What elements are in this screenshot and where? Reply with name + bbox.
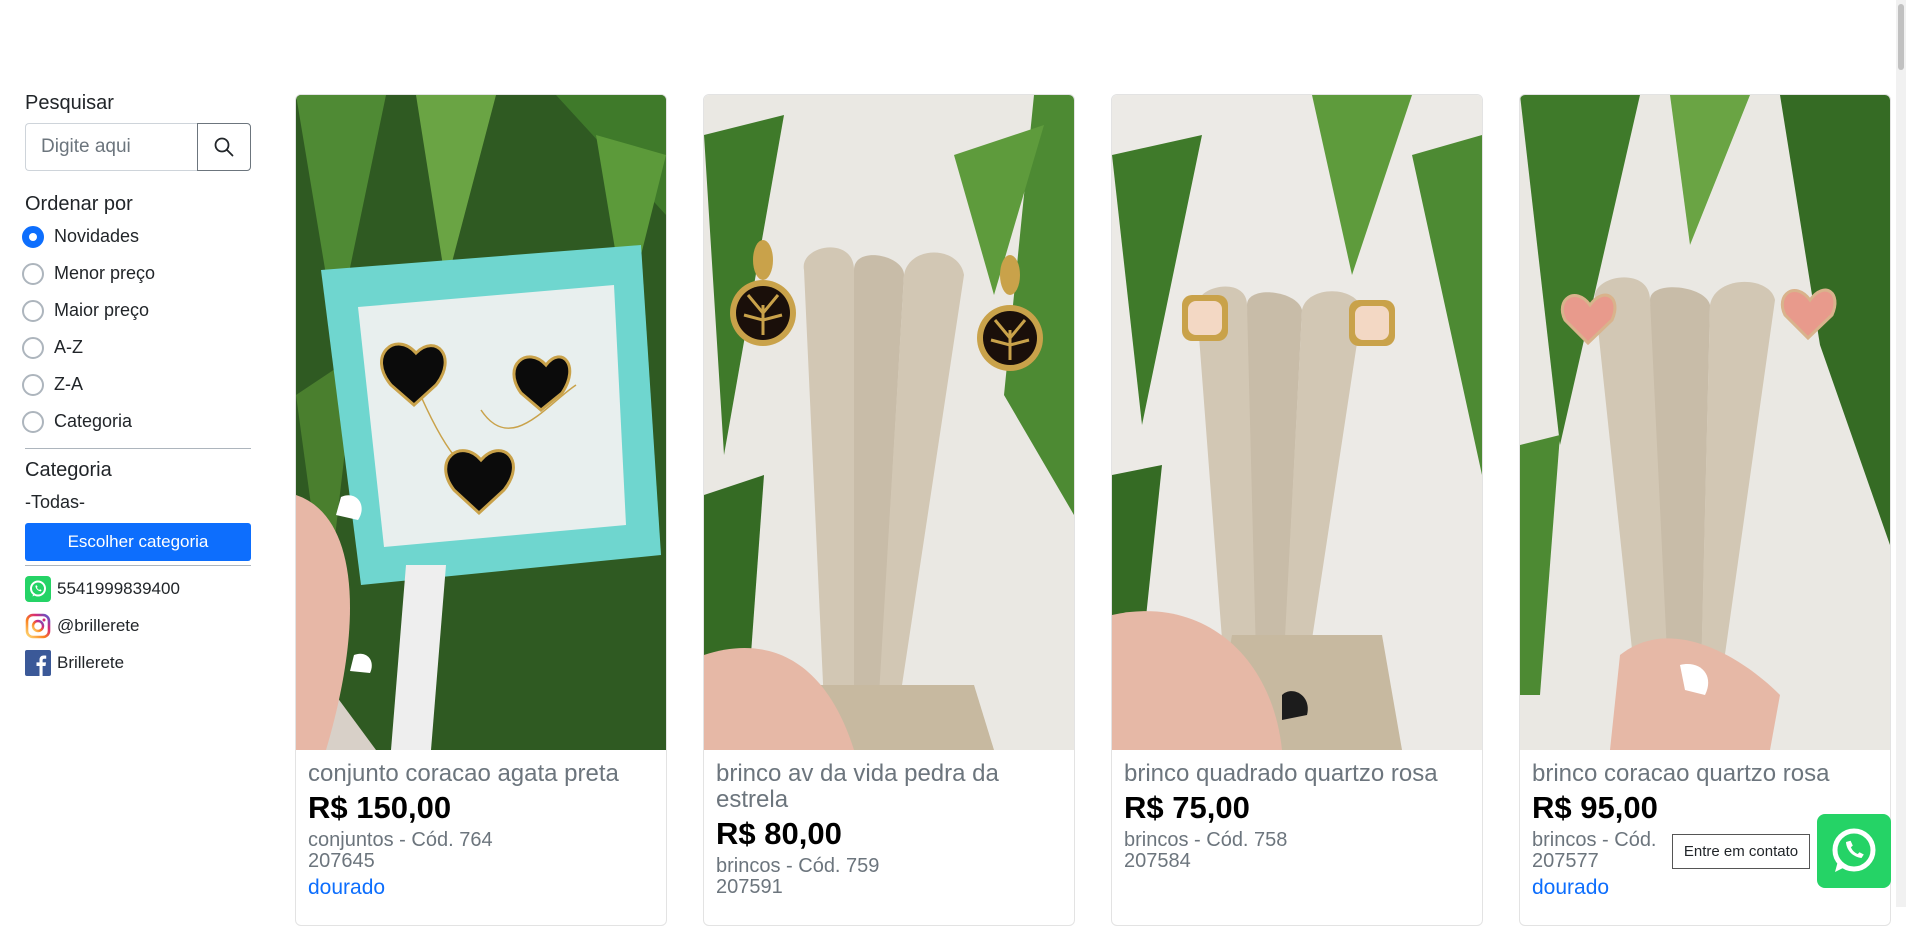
divider <box>25 448 251 449</box>
sort-option-z-a[interactable]: Z-A <box>22 366 251 403</box>
instagram-handle: @brillerete <box>57 615 140 635</box>
sort-option-label: Novidades <box>54 226 140 246</box>
sort-option-categoria[interactable]: Categoria <box>22 403 251 440</box>
product-title[interactable]: brinco coracao quartzo rosa <box>1532 761 1878 787</box>
sort-option-label: Menor preço <box>54 263 156 283</box>
search-group <box>25 123 251 171</box>
sort-option-label: Z-A <box>54 374 83 394</box>
product-price: R$ 150,00 <box>308 790 452 825</box>
radio-button[interactable] <box>22 299 44 322</box>
radio-button[interactable] <box>22 373 44 396</box>
vertical-scrollbar[interactable] <box>1896 0 1906 907</box>
sort-option-maior-preco[interactable]: Maior preço <box>22 292 251 329</box>
radio-button[interactable] <box>22 262 44 285</box>
search-icon <box>214 137 234 157</box>
facebook-name: Brillerete <box>57 652 125 672</box>
sort-option-novidades[interactable]: Novidades <box>22 218 251 255</box>
sort-options: Novidades Menor preço Maior preço A-Z Z-… <box>22 218 251 440</box>
contact-instagram[interactable]: @brillerete <box>25 607 251 644</box>
divider <box>25 565 251 566</box>
contact-whatsapp[interactable]: 5541999839400 <box>25 570 251 607</box>
sort-option-label: A-Z <box>54 337 83 357</box>
category-label: Categoria <box>25 459 112 481</box>
product-card[interactable]: conjunto coracao agata preta R$ 150,00 c… <box>295 94 667 926</box>
sort-label: Ordenar por <box>25 193 133 215</box>
product-id: 207584 <box>1124 850 1191 872</box>
product-category-code: brincos - Cód. 758 <box>1124 829 1288 851</box>
sort-option-menor-preco[interactable]: Menor preço <box>22 255 251 292</box>
product-title[interactable]: conjunto coracao agata preta <box>308 761 654 787</box>
whatsapp-number: 5541999839400 <box>57 578 180 598</box>
sidebar: Pesquisar Ordenar por Novidades Menor pr… <box>22 92 251 681</box>
product-title[interactable]: brinco av da vida pedra da estrela <box>716 761 1062 813</box>
product-variant-link[interactable]: dourado <box>308 876 654 900</box>
product-card[interactable]: brinco quadrado quartzo rosa R$ 75,00 br… <box>1111 94 1483 926</box>
scrollbar-thumb[interactable] <box>1898 4 1904 70</box>
radio-button[interactable] <box>22 336 44 359</box>
product-title[interactable]: brinco quadrado quartzo rosa <box>1124 761 1470 787</box>
product-image[interactable] <box>1520 95 1890 750</box>
facebook-icon <box>25 649 51 676</box>
radio-button[interactable] <box>22 410 44 433</box>
product-image[interactable] <box>1112 95 1482 750</box>
product-card[interactable]: brinco coracao quartzo rosa R$ 95,00 bri… <box>1519 94 1891 926</box>
contact-tooltip: Entre em contato <box>1672 834 1810 869</box>
contact-facebook[interactable]: Brillerete <box>25 644 251 681</box>
product-image[interactable] <box>296 95 666 750</box>
product-image[interactable] <box>704 95 1074 750</box>
product-card[interactable]: brinco av da vida pedra da estrela R$ 80… <box>703 94 1075 926</box>
instagram-icon <box>25 613 51 638</box>
whatsapp-icon <box>25 575 51 602</box>
product-category-code: conjuntos - Cód. 764 <box>308 829 493 851</box>
radio-button[interactable] <box>22 225 44 248</box>
search-button[interactable] <box>197 123 251 171</box>
sort-option-a-z[interactable]: A-Z <box>22 329 251 366</box>
product-id: 207645 <box>308 850 375 872</box>
product-id: 207591 <box>716 876 783 898</box>
search-input[interactable] <box>25 123 197 171</box>
product-price: R$ 80,00 <box>716 816 842 851</box>
product-category-code: brincos - Cód. 759 <box>716 855 880 877</box>
product-price: R$ 75,00 <box>1124 790 1250 825</box>
category-value: -Todas- <box>25 492 86 512</box>
search-label: Pesquisar <box>25 92 114 114</box>
choose-category-button[interactable]: Escolher categoria <box>25 523 251 561</box>
whatsapp-float-button[interactable] <box>1817 814 1891 888</box>
sort-option-label: Categoria <box>54 411 133 431</box>
sort-option-label: Maior preço <box>54 300 150 320</box>
whatsapp-icon <box>1832 828 1876 872</box>
